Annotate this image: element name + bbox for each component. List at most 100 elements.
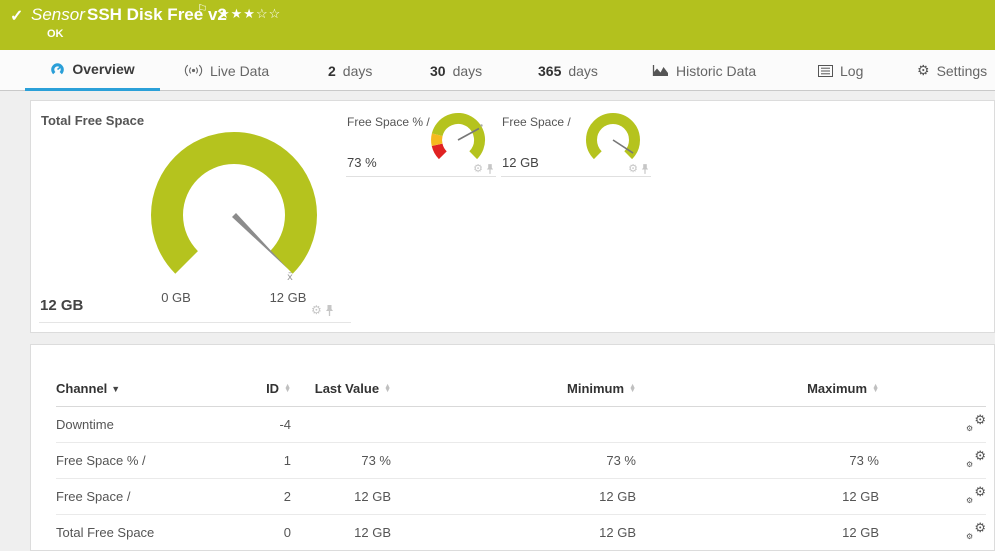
column-header-last-value[interactable]: Last Value▲▼ [291, 373, 391, 407]
average-marker: x̄ [287, 272, 293, 283]
channel-minimum: 12 GB [391, 479, 636, 515]
tab-30-days[interactable]: 30 days [430, 50, 482, 91]
pin-icon[interactable] [325, 304, 334, 317]
channel-id: 2 [246, 479, 291, 515]
sort-both-icon: ▲▼ [284, 385, 291, 393]
status-ok-check-icon: ✓ [10, 6, 23, 26]
channel-minimum: 73 % [391, 443, 636, 479]
tab-log[interactable]: Log [818, 50, 863, 91]
table-row-free-space-pct: Free Space % / 1 73 % 73 % 73 % ⚙⚙ [56, 443, 986, 479]
log-icon [818, 65, 833, 77]
gear-icon[interactable]: ⚙ [473, 162, 483, 175]
channels-panel: Channel▼ ID▲▼ Last Value▲▼ Minimum▲▼ Max… [30, 344, 995, 551]
tile-tools: ⚙ [473, 162, 494, 175]
pin-icon[interactable] [641, 163, 649, 175]
tab-day-count: 365 [538, 63, 561, 79]
gauge-tile-free-space-pct[interactable]: Free Space % / 73 % ⚙ [346, 109, 496, 177]
channel-id: 0 [246, 515, 291, 551]
column-header-actions [879, 373, 986, 407]
broadcast-icon [184, 64, 203, 77]
table-row-downtime: Downtime -4 ⚙⚙ [56, 407, 986, 443]
channel-minimum [391, 407, 636, 443]
tab-label: Settings [937, 63, 988, 79]
table-header-row: Channel▼ ID▲▼ Last Value▲▼ Minimum▲▼ Max… [56, 373, 986, 407]
tile-tools: ⚙ [628, 162, 649, 175]
channel-last-value: 12 GB [291, 479, 391, 515]
gauge-current-value: 12 GB [40, 297, 83, 314]
sensor-header: ✓ Sensor SSH Disk Free v2 ⚐ ★★★☆☆ OK [0, 0, 995, 50]
tab-label: Overview [72, 61, 134, 77]
channel-settings-cell: ⚙⚙ [879, 515, 986, 551]
tab-label: days [568, 63, 598, 79]
column-header-minimum[interactable]: Minimum▲▼ [391, 373, 636, 407]
channel-last-value: 73 % [291, 443, 391, 479]
sensor-kind-label: Sensor [31, 5, 85, 25]
tab-bar: Overview Live Data 2 days 30 days 365 da… [0, 50, 995, 91]
gauge-title-total-free-space: Total Free Space [41, 113, 144, 128]
tab-overview[interactable]: Overview [25, 50, 160, 91]
tab-settings[interactable]: ⚙ Settings [917, 50, 987, 91]
tab-2-days[interactable]: 2 days [328, 50, 372, 91]
sort-both-icon: ▲▼ [872, 385, 879, 393]
gauge-title: Free Space % / [347, 115, 430, 129]
gauge-min-label: 0 GB [146, 290, 206, 305]
tab-label: Historic Data [676, 63, 756, 79]
gauge-current-value: 73 % [347, 155, 377, 170]
channel-settings-cell: ⚙⚙ [879, 407, 986, 443]
channel-minimum: 12 GB [391, 515, 636, 551]
tab-day-count: 30 [430, 63, 446, 79]
channel-name: Free Space % / [56, 443, 246, 479]
channel-settings-cell: ⚙⚙ [879, 479, 986, 515]
flag-icon[interactable]: ⚐ [197, 2, 208, 16]
channel-maximum [636, 407, 879, 443]
tab-label: Log [840, 63, 863, 79]
sort-desc-icon: ▼ [111, 384, 120, 394]
tile-tools: ⚙ [311, 303, 334, 317]
overview-panel: Total Free Space x̄ 0 GB 12 GB 12 GB ⚙ F… [30, 100, 995, 333]
gauge-icon [50, 62, 65, 77]
channel-name: Downtime [56, 407, 246, 443]
gear-icon: ⚙ [917, 62, 930, 79]
channel-id: -4 [246, 407, 291, 443]
tab-day-count: 2 [328, 63, 336, 79]
channel-maximum: 12 GB [636, 515, 879, 551]
channel-name: Total Free Space [56, 515, 246, 551]
tab-live-data[interactable]: Live Data [184, 50, 269, 91]
channel-maximum: 12 GB [636, 479, 879, 515]
channel-settings-cell: ⚙⚙ [879, 443, 986, 479]
stars-empty: ☆☆ [256, 6, 281, 21]
gauge-max-label: 12 GB [258, 290, 318, 305]
column-header-maximum[interactable]: Maximum▲▼ [636, 373, 879, 407]
tab-historic-data[interactable]: Historic Data [652, 50, 756, 91]
gear-icon[interactable]: ⚙ [311, 303, 322, 317]
channels-table: Channel▼ ID▲▼ Last Value▲▼ Minimum▲▼ Max… [56, 373, 986, 551]
column-header-id[interactable]: ID▲▼ [246, 373, 291, 407]
gauge-current-value: 12 GB [502, 155, 539, 170]
tab-label: days [453, 63, 483, 79]
channel-maximum: 73 % [636, 443, 879, 479]
tab-label: Live Data [210, 63, 269, 79]
gauge-tile-free-space[interactable]: Free Space / 12 GB ⚙ [501, 109, 651, 177]
channel-settings-gears-icon[interactable]: ⚙⚙ [966, 487, 986, 503]
channel-id: 1 [246, 443, 291, 479]
channel-settings-gears-icon[interactable]: ⚙⚙ [966, 523, 986, 539]
sort-both-icon: ▲▼ [384, 385, 391, 393]
priority-stars[interactable]: ★★★☆☆ [218, 6, 281, 22]
total-free-space-gauge[interactable]: x̄ [144, 123, 334, 283]
channel-last-value: 12 GB [291, 515, 391, 551]
gauge-title: Free Space / [502, 115, 571, 129]
tab-365-days[interactable]: 365 days [538, 50, 598, 91]
pin-icon[interactable] [486, 163, 494, 175]
channel-settings-gears-icon[interactable]: ⚙⚙ [966, 451, 986, 467]
table-row-total-free-space: Total Free Space 0 12 GB 12 GB 12 GB ⚙⚙ [56, 515, 986, 551]
table-row-free-space: Free Space / 2 12 GB 12 GB 12 GB ⚙⚙ [56, 479, 986, 515]
gear-icon[interactable]: ⚙ [628, 162, 638, 175]
column-header-channel[interactable]: Channel▼ [56, 373, 246, 407]
channel-last-value [291, 407, 391, 443]
tab-label: days [343, 63, 373, 79]
tile-divider [39, 322, 351, 323]
channel-settings-gears-icon[interactable]: ⚙⚙ [966, 415, 986, 431]
sort-both-icon: ▲▼ [629, 385, 636, 393]
stars-filled: ★★★ [218, 6, 256, 21]
chart-icon [652, 64, 669, 77]
